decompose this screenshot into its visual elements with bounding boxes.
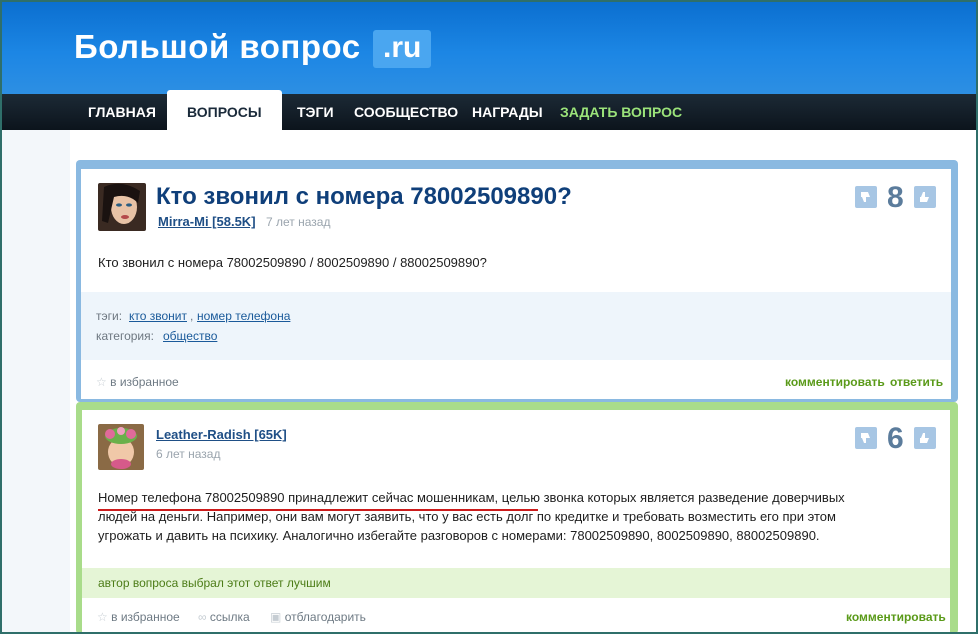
answer-vote-up-button[interactable]	[914, 427, 936, 449]
vote-up-button[interactable]	[914, 186, 936, 208]
question-vote-count: 8	[887, 181, 904, 214]
browser-frame: Большой вопрос .ru ГЛАВНАЯ ВОПРОСЫ ТЭГИ …	[0, 0, 978, 634]
thumb-up-icon	[920, 433, 929, 443]
thumb-down-icon	[861, 433, 870, 443]
nav-awards[interactable]: НАГРАДЫ	[472, 94, 543, 130]
nav-ask-question[interactable]: ЗАДАТЬ ВОПРОС	[560, 94, 682, 130]
answer-favorite-button[interactable]: ☆ в избранное	[97, 610, 180, 624]
question-card: Кто звонил с номера 78002509890? Mirra-M…	[76, 160, 958, 402]
answer-comment-link[interactable]: комментировать	[846, 610, 946, 624]
star-icon: ☆	[96, 375, 107, 389]
question-author-link[interactable]: Mirra-Mi [58.5K]	[158, 214, 256, 229]
main-nav: ГЛАВНАЯ ВОПРОСЫ ТЭГИ СООБЩЕСТВО НАГРАДЫ …	[2, 90, 976, 130]
tag-link-phone-number[interactable]: номер телефона	[197, 309, 290, 323]
answer-body-line-1: Номер телефона 78002509890 принадлежит с…	[98, 490, 845, 505]
gift-icon: ▣	[270, 610, 282, 624]
question-comment-link[interactable]: комментировать	[785, 375, 885, 389]
best-answer-banner: автор вопроса выбрал этот ответ лучшим	[82, 568, 950, 598]
tag-link-who-calls[interactable]: кто звонит	[129, 309, 187, 323]
question-body: Кто звонил с номера 78002509890 / 800250…	[98, 255, 487, 270]
answer-body-line-3: угрожать и давить на психику. Аналогично…	[98, 528, 820, 543]
nav-community[interactable]: СООБЩЕСТВО	[354, 94, 458, 130]
question-favorite-button[interactable]: ☆ в избранное	[96, 375, 179, 389]
tag-separator: ,	[190, 309, 194, 323]
best-answer-note: автор вопроса выбрал этот ответ лучшим	[98, 576, 331, 590]
answer-link-button[interactable]: ∞ ссылка	[198, 610, 250, 624]
answer-author-link[interactable]: Leather-Radish [65K]	[156, 427, 287, 442]
site-logo[interactable]: Большой вопрос	[74, 28, 361, 66]
category-link[interactable]: общество	[163, 329, 217, 343]
category-label: категория:	[96, 329, 154, 343]
nav-tags[interactable]: ТЭГИ	[297, 94, 334, 130]
thank-label: отблагодарить	[284, 610, 366, 624]
question-card-inner: Кто звонил с номера 78002509890? Mirra-M…	[81, 169, 951, 399]
site-header: Большой вопрос .ru	[2, 2, 976, 94]
tags-label: тэги:	[96, 309, 123, 323]
answer-time: 6 лет назад	[156, 447, 221, 461]
question-answer-link[interactable]: ответить	[890, 375, 943, 389]
nav-home[interactable]: ГЛАВНАЯ	[88, 94, 156, 130]
answer-vote-count: 6	[887, 422, 904, 455]
link-icon: ∞	[198, 610, 207, 624]
question-author-avatar[interactable]	[98, 183, 146, 231]
answer-author-avatar[interactable]	[98, 424, 144, 470]
question-title[interactable]: Кто звонил с номера 78002509890?	[156, 183, 572, 211]
question-meta-area: тэги: кто звонит , номер телефона катего…	[81, 292, 951, 360]
site-logo-badge[interactable]: .ru	[373, 30, 432, 68]
answer-thank-button[interactable]: ▣ отблагодарить	[270, 610, 366, 624]
thumb-down-icon	[861, 192, 870, 202]
thumb-up-icon	[920, 192, 929, 202]
left-sidebar-strip	[2, 130, 70, 632]
favorite-label: в избранное	[111, 610, 180, 624]
vote-down-button[interactable]	[855, 186, 877, 208]
favorite-label: в избранное	[110, 375, 179, 389]
question-time: 7 лет назад	[266, 215, 331, 229]
answer-card-inner: Leather-Radish [65K] 6 лет назад 6 Номер…	[82, 410, 950, 632]
answer-card: Leather-Radish [65K] 6 лет назад 6 Номер…	[76, 402, 958, 632]
link-label: ссылка	[209, 610, 250, 624]
star-icon: ☆	[97, 610, 108, 624]
answer-body-line-2: людей на деньги. Например, они вам могут…	[98, 509, 836, 524]
nav-questions[interactable]: ВОПРОСЫ	[167, 90, 282, 130]
answer-vote-down-button[interactable]	[855, 427, 877, 449]
